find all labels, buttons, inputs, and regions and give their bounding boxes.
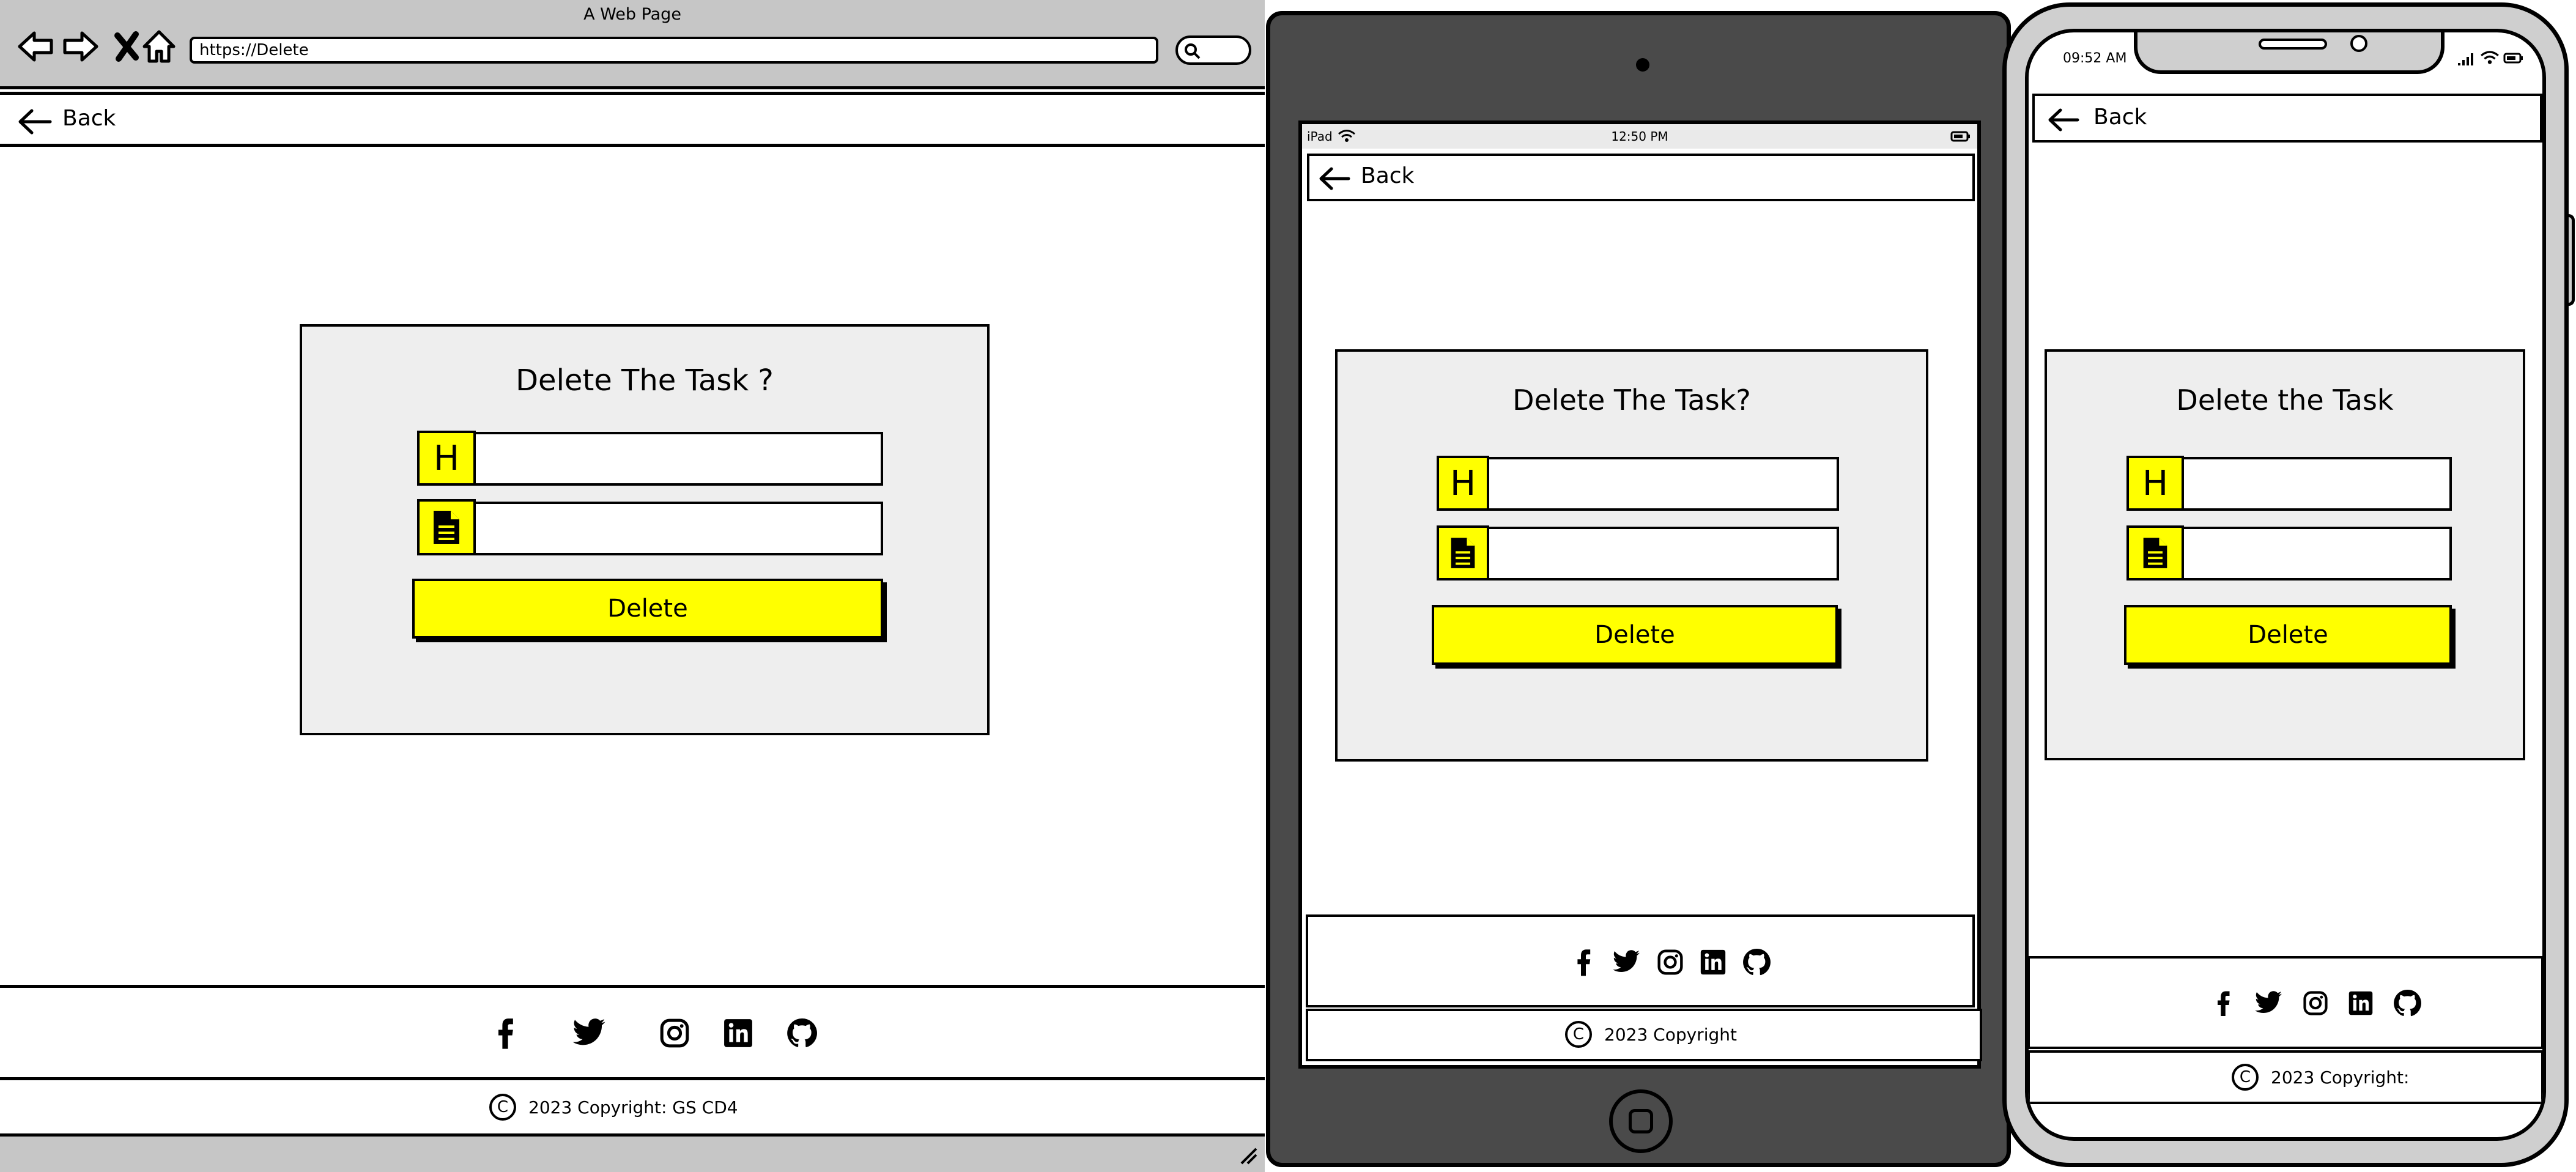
phone-screen: 09:52 AM Back Delete the Task H Delete C… <box>2025 29 2546 1141</box>
instagram-icon[interactable] <box>659 1018 690 1048</box>
task-title-field[interactable] <box>1487 457 1839 511</box>
url-bar[interactable]: https://Delete <box>190 37 1158 64</box>
search-field[interactable] <box>1175 35 1251 65</box>
copyright-icon: C <box>2232 1064 2259 1091</box>
back-nav[interactable]: Back <box>1307 154 1975 201</box>
footer-social-bar <box>2029 956 2542 1049</box>
delete-button[interactable]: Delete <box>412 579 883 639</box>
back-label: Back <box>2093 105 2147 130</box>
delete-button[interactable]: Delete <box>2124 605 2452 665</box>
card-title: Delete The Task? <box>1512 384 1751 417</box>
footer-copyright-bar: C 2023 Copyright <box>1306 1009 1982 1061</box>
copyright-icon: C <box>1565 1021 1592 1048</box>
window-title: A Web Page <box>583 5 681 24</box>
tablet-screen: iPad 12:50 PM Back Delete The Task? H De… <box>1298 121 1982 1069</box>
status-time: 12:50 PM <box>1611 129 1668 144</box>
task-title-field[interactable] <box>473 432 883 486</box>
task-description-field[interactable] <box>473 502 883 555</box>
delete-task-card: Delete The Task ? H Delete <box>300 324 990 735</box>
delete-button[interactable]: Delete <box>1432 605 1838 665</box>
footer-copyright-bar: C 2023 Copyright: <box>2029 1050 2542 1104</box>
phone-frame: 09:52 AM Back Delete the Task H Delete C… <box>2002 2 2569 1167</box>
resize-handle-icon[interactable] <box>1238 1145 1259 1166</box>
heading-icon: H <box>2126 456 2184 511</box>
battery-icon <box>2503 53 2523 64</box>
phone-notch <box>2134 32 2445 74</box>
delete-task-card: Delete the Task H Delete <box>2045 349 2525 760</box>
tablet-home-button[interactable] <box>1609 1089 1673 1153</box>
task-description-field[interactable] <box>1487 527 1839 580</box>
arrow-left-icon <box>18 109 52 135</box>
twitter-icon[interactable] <box>2254 990 2283 1016</box>
facebook-icon[interactable] <box>1571 948 1596 977</box>
delete-task-card: Delete The Task? H Delete <box>1335 349 1928 762</box>
forward-arrow-icon[interactable] <box>61 27 100 66</box>
wifi-icon <box>2481 51 2499 64</box>
speaker-grille <box>2259 39 2327 50</box>
linkedin-icon[interactable] <box>723 1018 753 1048</box>
document-icon <box>2126 525 2184 580</box>
back-nav[interactable]: Back <box>0 92 1265 147</box>
task-description-field[interactable] <box>2182 527 2452 580</box>
tablet-camera <box>1636 58 1649 72</box>
copyright-text: 2023 Copyright: GS CD4 <box>528 1097 738 1118</box>
twitter-icon[interactable] <box>1612 949 1641 975</box>
facebook-icon[interactable] <box>492 1016 519 1050</box>
card-title: Delete The Task ? <box>516 363 774 398</box>
card-title: Delete the Task <box>2176 384 2394 417</box>
footer-social-bar <box>1306 914 1975 1007</box>
heading-icon: H <box>417 431 476 486</box>
facebook-icon[interactable] <box>2212 989 2234 1017</box>
browser-status-bar <box>0 1137 1265 1172</box>
copyright-text: 2023 Copyright: <box>2271 1067 2410 1088</box>
desktop-browser-window: A Web Page https://Delete Back Delete Th… <box>0 0 1265 1172</box>
battery-icon <box>1950 131 1970 142</box>
document-icon <box>417 499 476 555</box>
footer-copyright-bar: C 2023 Copyright: GS CD4 <box>0 1081 1265 1137</box>
tablet-status-bar: iPad 12:50 PM <box>1302 124 1977 149</box>
heading-icon: H <box>1437 456 1489 511</box>
back-nav[interactable]: Back <box>2032 94 2542 143</box>
github-icon[interactable] <box>1742 948 1771 976</box>
instagram-icon[interactable] <box>1657 949 1684 976</box>
copyright-text: 2023 Copyright <box>1604 1024 1737 1045</box>
twitter-icon[interactable] <box>571 1018 607 1048</box>
browser-toolbar: A Web Page https://Delete <box>0 0 1265 89</box>
linkedin-icon[interactable] <box>1700 949 1727 976</box>
tablet-frame: iPad 12:50 PM Back Delete The Task? H De… <box>1266 11 2011 1167</box>
back-label: Back <box>62 106 116 131</box>
status-time: 09:52 AM <box>2063 51 2127 66</box>
home-icon[interactable] <box>139 27 179 66</box>
arrow-left-icon <box>2048 108 2079 132</box>
back-arrow-icon[interactable] <box>16 27 55 66</box>
search-icon <box>1185 43 1201 59</box>
signal-icon <box>2458 53 2473 65</box>
github-icon[interactable] <box>2393 989 2421 1017</box>
document-icon <box>1437 525 1489 580</box>
footer-social-bar <box>0 985 1265 1080</box>
home-button-square <box>1629 1109 1653 1133</box>
front-camera <box>2350 35 2367 52</box>
arrow-left-icon <box>1319 167 1350 190</box>
task-title-field[interactable] <box>2182 457 2452 511</box>
copyright-icon: C <box>489 1094 516 1121</box>
github-icon[interactable] <box>786 1018 817 1048</box>
instagram-icon[interactable] <box>2303 990 2328 1016</box>
back-label: Back <box>1361 163 1415 188</box>
linkedin-icon[interactable] <box>2348 990 2374 1016</box>
